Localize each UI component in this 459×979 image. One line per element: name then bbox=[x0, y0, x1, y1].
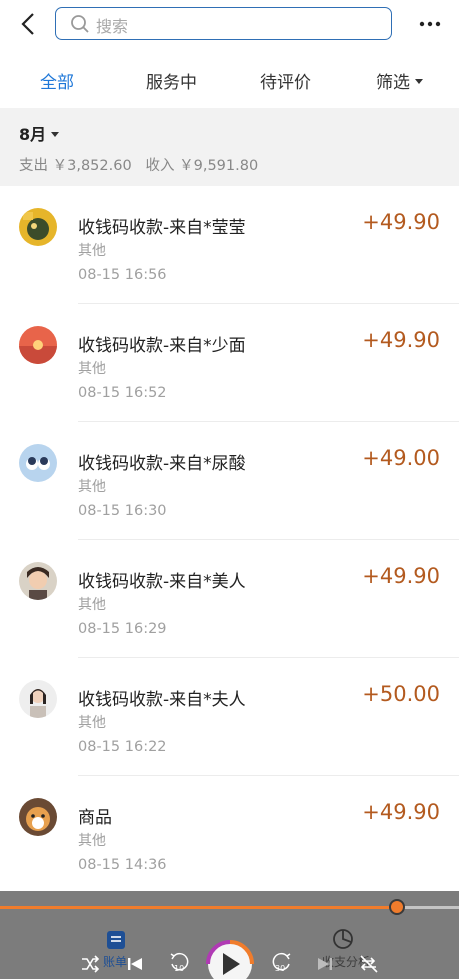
transaction-category: 其他 bbox=[78, 715, 106, 731]
transaction-amount: +49.90 bbox=[362, 800, 440, 824]
transaction-category: 其他 bbox=[78, 597, 106, 613]
list-item[interactable]: 收钱码收款-来自*莹莹 其他 08-15 16:56 +49.90 bbox=[0, 186, 459, 304]
more-options-icon[interactable] bbox=[418, 14, 442, 34]
list-item[interactable]: 收钱码收款-来自*美人 其他 08-15 16:29 +49.90 bbox=[0, 540, 459, 658]
filter-tabs: 全部 服务中 待评价 筛选 bbox=[0, 58, 459, 102]
list-item[interactable]: 收钱码收款-来自*夫人 其他 08-15 16:22 +50.00 bbox=[0, 658, 459, 776]
avatar bbox=[19, 208, 57, 246]
transaction-title: 收钱码收款-来自*美人 bbox=[78, 572, 246, 592]
transaction-category: 其他 bbox=[78, 833, 106, 849]
fast-forward-icon[interactable]: 30 bbox=[271, 951, 293, 975]
shuffle-icon[interactable] bbox=[80, 954, 100, 974]
skip-next-icon[interactable] bbox=[316, 955, 334, 973]
back-arrow-icon[interactable] bbox=[17, 12, 41, 36]
search-placeholder: 搜索 bbox=[96, 17, 129, 36]
tab-all[interactable]: 全部 bbox=[40, 68, 74, 93]
transaction-amount: +49.90 bbox=[362, 210, 440, 234]
tab-to-review[interactable]: 待评价 bbox=[260, 68, 311, 93]
tab-in-service[interactable]: 服务中 bbox=[146, 68, 197, 93]
transaction-time: 08-15 16:52 bbox=[78, 385, 167, 401]
top-bar: 搜索 bbox=[0, 0, 459, 50]
tab-filter[interactable]: 筛选 bbox=[376, 68, 423, 93]
transaction-time: 08-15 16:29 bbox=[78, 621, 167, 637]
month-selector[interactable]: 8月 bbox=[19, 121, 60, 145]
avatar bbox=[19, 326, 57, 364]
pie-chart-icon[interactable] bbox=[332, 928, 354, 950]
transaction-time: 08-15 16:56 bbox=[78, 267, 167, 283]
transaction-category: 其他 bbox=[78, 243, 106, 259]
month-label: 8月 bbox=[19, 125, 47, 144]
transaction-title: 收钱码收款-来自*夫人 bbox=[78, 690, 246, 710]
avatar bbox=[19, 680, 57, 718]
list-item[interactable]: 商品 其他 08-15 14:36 +49.90 bbox=[0, 776, 459, 894]
play-button[interactable] bbox=[205, 939, 255, 979]
expense-income-summary: 支出 ￥3,852.60 收入 ￥9,591.80 bbox=[19, 158, 259, 174]
transaction-amount: +49.90 bbox=[362, 328, 440, 352]
skip-previous-icon[interactable] bbox=[126, 955, 144, 973]
transaction-time: 08-15 16:22 bbox=[78, 739, 167, 755]
transaction-category: 其他 bbox=[78, 479, 106, 495]
rewind-seconds: 10 bbox=[174, 964, 184, 973]
avatar bbox=[19, 798, 57, 836]
bill-tab-label: 账单 bbox=[103, 955, 128, 969]
bill-tab-icon[interactable] bbox=[105, 929, 127, 951]
transaction-amount: +50.00 bbox=[362, 682, 440, 706]
list-item[interactable]: 收钱码收款-来自*少面 其他 08-15 16:52 +49.90 bbox=[0, 304, 459, 422]
month-summary: 8月 支出 ￥3,852.60 收入 ￥9,591.80 bbox=[0, 108, 459, 186]
transaction-amount: +49.90 bbox=[362, 564, 440, 588]
playback-scrubber-handle[interactable] bbox=[389, 899, 405, 915]
transaction-time: 08-15 14:36 bbox=[78, 857, 167, 873]
transaction-time: 08-15 16:30 bbox=[78, 503, 167, 519]
filter-label: 筛选 bbox=[376, 73, 410, 93]
transaction-title: 商品 bbox=[78, 808, 112, 828]
avatar bbox=[19, 562, 57, 600]
transaction-title: 收钱码收款-来自*尿酸 bbox=[78, 454, 246, 474]
search-icon bbox=[71, 15, 89, 33]
search-input[interactable]: 搜索 bbox=[55, 7, 392, 40]
playback-progress-fill bbox=[0, 906, 397, 909]
transaction-title: 收钱码收款-来自*莹莹 bbox=[78, 218, 246, 238]
repeat-off-icon[interactable] bbox=[358, 953, 380, 975]
transaction-title: 收钱码收款-来自*少面 bbox=[78, 336, 246, 356]
transaction-category: 其他 bbox=[78, 361, 106, 377]
rewind-icon[interactable]: 10 bbox=[168, 951, 190, 975]
forward-seconds: 30 bbox=[275, 964, 285, 973]
chevron-down-icon bbox=[51, 131, 60, 137]
avatar bbox=[19, 444, 57, 482]
transaction-amount: +49.00 bbox=[362, 446, 440, 470]
chevron-down-icon bbox=[415, 79, 423, 84]
list-item[interactable]: 收钱码收款-来自*尿酸 其他 08-15 16:30 +49.00 bbox=[0, 422, 459, 540]
